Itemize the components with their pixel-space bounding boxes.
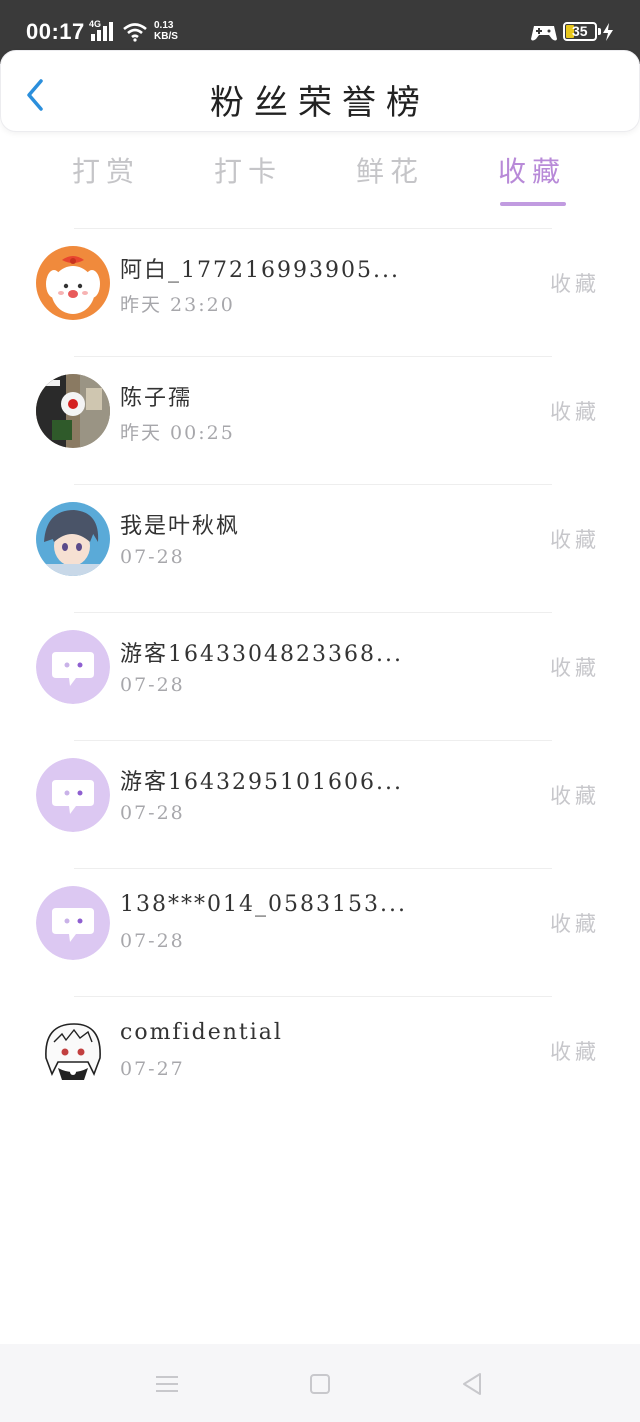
back-nav-button[interactable] <box>456 1368 488 1400</box>
user-name: 陈子孺 <box>120 386 193 411</box>
row-divider <box>74 868 552 869</box>
list-item[interactable]: comfidential 07-27 收藏 <box>0 996 640 1124</box>
network-speed: 0.13 KB/S <box>154 20 178 42</box>
avatar[interactable] <box>36 1014 110 1088</box>
network-speed-value: 0.13 <box>154 20 174 31</box>
user-name: 我是叶秋枫 <box>120 514 241 539</box>
avatar[interactable] <box>36 502 110 576</box>
user-name: 游客1643295101606... <box>120 770 403 795</box>
row-divider <box>74 228 552 229</box>
user-time: 07-28 <box>120 930 185 952</box>
user-time: 07-28 <box>120 674 185 696</box>
user-name: comfidential <box>120 1020 283 1045</box>
row-divider <box>74 612 552 613</box>
favorite-label: 收藏 <box>550 784 600 808</box>
avatar[interactable] <box>36 758 110 832</box>
row-divider <box>74 740 552 741</box>
user-time: 昨天 00:25 <box>120 422 235 444</box>
favorite-label: 收藏 <box>550 528 600 552</box>
default-chat-avatar-icon <box>36 630 110 704</box>
row-divider <box>74 484 552 485</box>
default-chat-avatar-icon <box>36 758 110 832</box>
user-time: 07-27 <box>120 1058 185 1080</box>
system-nav-bar <box>0 1344 640 1422</box>
favorite-label: 收藏 <box>550 656 600 680</box>
active-tab-indicator <box>500 202 566 206</box>
user-name: 138***014_0583153... <box>120 892 407 917</box>
home-square-icon <box>310 1374 330 1394</box>
avatar[interactable] <box>36 630 110 704</box>
wifi-icon <box>123 23 147 42</box>
list-item[interactable]: 我是叶秋枫 07-28 收藏 <box>0 484 640 612</box>
menu-icon <box>156 1376 178 1392</box>
favorite-label: 收藏 <box>550 912 600 936</box>
tab-favorites[interactable]: 收藏 <box>482 150 582 190</box>
collage-avatar-icon <box>36 374 110 448</box>
menu-button[interactable] <box>151 1368 183 1400</box>
list-item[interactable]: 游客1643295101606... 07-28 收藏 <box>0 740 640 868</box>
battery-level: 35 <box>572 23 588 39</box>
list-item[interactable]: 138***014_0583153... 07-28 收藏 <box>0 868 640 996</box>
game-controller-icon <box>531 26 557 41</box>
user-time: 昨天 23:20 <box>120 294 235 316</box>
anime-boy-avatar-icon <box>36 502 110 576</box>
charging-bolt-icon <box>603 23 613 41</box>
list-item[interactable]: 陈子孺 昨天 00:25 收藏 <box>0 356 640 484</box>
avatar[interactable] <box>36 246 110 320</box>
list-item[interactable]: 游客1643304823368... 07-28 收藏 <box>0 612 640 740</box>
favorite-label: 收藏 <box>550 272 600 296</box>
tab-flowers[interactable]: 鲜花 <box>340 150 440 190</box>
row-divider <box>74 356 552 357</box>
row-divider <box>74 996 552 997</box>
default-chat-avatar-icon <box>36 886 110 960</box>
tab-checkin[interactable]: 打卡 <box>198 150 298 190</box>
status-time: 00:17 <box>26 19 85 44</box>
favorite-label: 收藏 <box>550 1040 600 1064</box>
signal-icon <box>91 22 113 41</box>
favorite-label: 收藏 <box>550 400 600 424</box>
dog-avatar-icon <box>36 246 110 320</box>
user-time: 07-28 <box>120 802 185 824</box>
tab-bar: 打赏 打卡 鲜花 收藏 <box>0 140 640 210</box>
user-name: 阿白_177216993905... <box>120 258 400 283</box>
fan-list: 阿白_177216993905... 昨天 23:20 收藏 陈子孺 昨天 00… <box>0 228 640 1124</box>
tab-reward[interactable]: 打赏 <box>56 150 156 190</box>
user-name: 游客1643304823368... <box>120 642 403 667</box>
sketch-girl-avatar-icon <box>36 1014 110 1088</box>
page-title: 粉丝荣誉榜 <box>210 83 430 123</box>
back-triangle-icon <box>463 1373 481 1395</box>
avatar[interactable] <box>36 886 110 960</box>
user-time: 07-28 <box>120 546 185 568</box>
home-button[interactable] <box>304 1368 336 1400</box>
avatar[interactable] <box>36 374 110 448</box>
battery-icon: 35 <box>563 22 601 41</box>
list-item[interactable]: 阿白_177216993905... 昨天 23:20 收藏 <box>0 228 640 356</box>
network-speed-unit: KB/S <box>154 31 178 42</box>
page-header: 粉丝荣誉榜 <box>0 50 640 132</box>
